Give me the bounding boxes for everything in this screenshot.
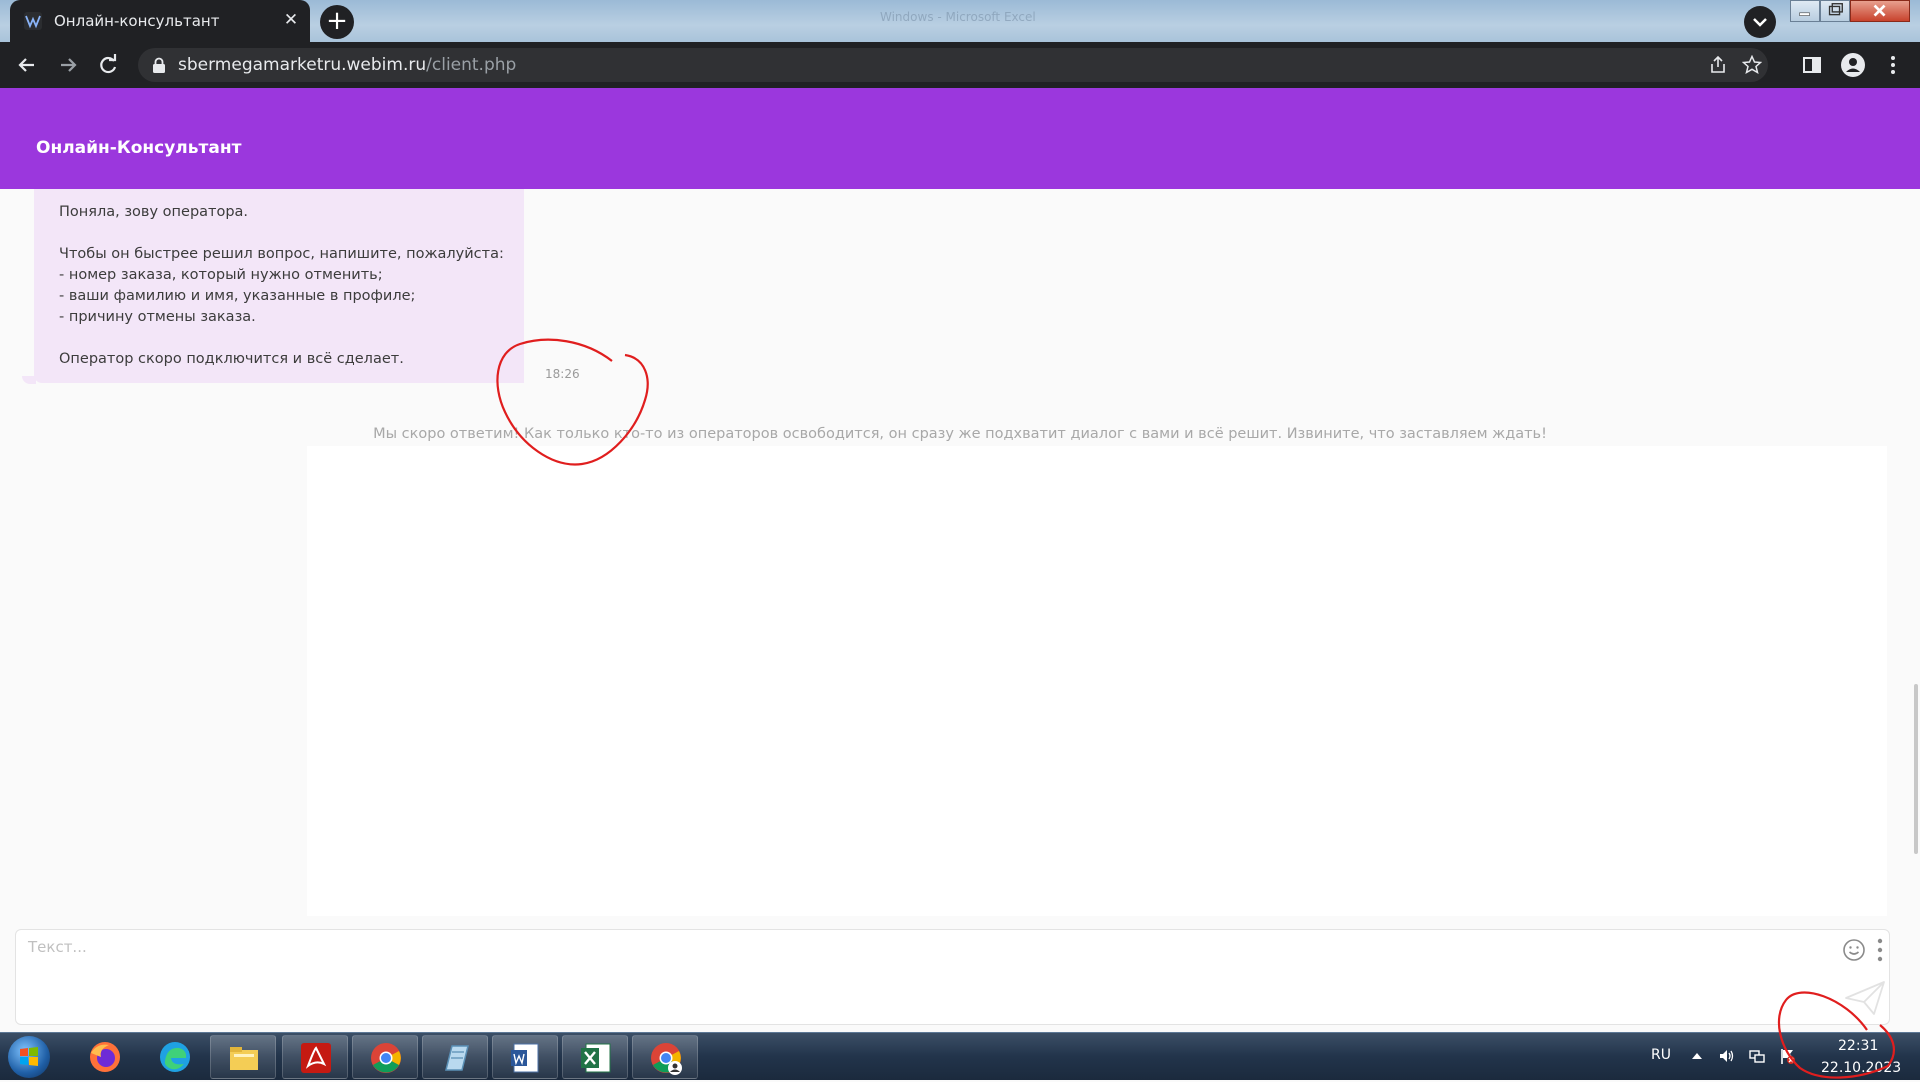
new-tab-button[interactable]: + xyxy=(320,5,354,39)
file-explorer-icon xyxy=(230,1047,258,1070)
reload-icon[interactable] xyxy=(93,50,123,80)
edge-icon xyxy=(160,1042,190,1072)
send-icon[interactable] xyxy=(1844,980,1886,1016)
taskbar-chrome-profile[interactable] xyxy=(632,1035,698,1079)
excel-icon xyxy=(581,1043,611,1073)
browser-titlebar: Онлайн-консультант ✕ + Windows - Microso… xyxy=(0,0,1920,42)
address-bar[interactable]: sbermegamarketru.webim.ru/client.php xyxy=(138,48,1768,82)
taskbar-edge[interactable] xyxy=(142,1035,208,1079)
tab-close-icon[interactable]: ✕ xyxy=(280,9,302,31)
windows-taskbar: RU 22:31 22.10.2023 xyxy=(0,1032,1920,1080)
more-vertical-icon[interactable] xyxy=(1878,50,1908,80)
message-line: - номер заказа, который нужно отменить; xyxy=(59,267,383,283)
profile-avatar-icon[interactable] xyxy=(1838,50,1868,80)
browser-tab[interactable]: Онлайн-консультант ✕ xyxy=(10,0,310,42)
chrome-icon xyxy=(371,1043,401,1073)
acrobat-icon xyxy=(301,1043,331,1073)
taskbar-word[interactable] xyxy=(492,1035,558,1079)
url-host: sbermegamarketru.webim.ru xyxy=(178,55,427,75)
tab-search-button[interactable] xyxy=(1744,6,1776,38)
forward-icon[interactable] xyxy=(53,50,83,80)
action-center-flag-icon[interactable] xyxy=(1778,1047,1796,1065)
emoji-icon[interactable] xyxy=(1842,938,1866,962)
bubble-tail xyxy=(22,376,36,384)
back-icon[interactable] xyxy=(12,50,42,80)
notepad-icon xyxy=(445,1045,469,1071)
restore-button[interactable] xyxy=(1820,0,1850,22)
webim-favicon-icon xyxy=(24,12,42,30)
taskbar-excel[interactable] xyxy=(562,1035,628,1079)
message-line: - причину отмены заказа. xyxy=(59,309,256,325)
language-indicator[interactable]: RU xyxy=(1651,1047,1671,1063)
chevron-down-icon xyxy=(1753,18,1767,27)
firefox-icon xyxy=(90,1042,120,1072)
chrome-profile-icon xyxy=(651,1043,682,1075)
minimize-button[interactable] xyxy=(1790,0,1820,22)
minimize-icon xyxy=(1799,12,1810,16)
close-icon xyxy=(1873,4,1886,17)
url-text: sbermegamarketru.webim.ru/client.php xyxy=(178,55,516,75)
message-line: Поняла, зову оператора. xyxy=(59,204,249,220)
show-hidden-icons-icon[interactable] xyxy=(1688,1047,1706,1065)
browser-toolbar: sbermegamarketru.webim.ru/client.php xyxy=(0,42,1920,88)
taskbar-chrome[interactable] xyxy=(352,1035,418,1079)
lock-icon[interactable] xyxy=(152,57,166,73)
tab-title: Онлайн-консультант xyxy=(54,12,220,30)
operator-message: Поняла, зову оператора. Чтобы он быстрее… xyxy=(34,189,524,383)
side-panel-icon[interactable] xyxy=(1797,50,1827,80)
word-icon xyxy=(511,1043,539,1073)
window-title: Windows - Microsoft Excel xyxy=(880,10,1036,24)
taskbar-notepad[interactable] xyxy=(422,1035,488,1079)
window-controls xyxy=(1790,0,1920,22)
network-icon[interactable] xyxy=(1748,1047,1766,1065)
chat-scrollbar[interactable] xyxy=(1912,189,1920,929)
chat-header-title: Онлайн-Консультант xyxy=(36,138,242,158)
windows-logo-icon xyxy=(20,1047,38,1066)
message-time: 18:26 xyxy=(545,367,580,381)
share-icon[interactable] xyxy=(1708,55,1728,75)
bookmark-star-icon[interactable] xyxy=(1742,55,1762,75)
message-composer xyxy=(15,929,1890,1025)
composer-menu-icon[interactable] xyxy=(1874,936,1886,964)
chat-history-area xyxy=(307,446,1887,916)
chat-header: Онлайн-Консультант xyxy=(0,88,1920,189)
url-path: /client.php xyxy=(426,55,517,75)
clock-date[interactable]: 22.10.2023 xyxy=(1821,1060,1901,1076)
scrollbar-thumb[interactable] xyxy=(1914,684,1918,854)
message-line: Чтобы он быстрее решил вопрос, напишите,… xyxy=(59,246,504,262)
volume-icon[interactable] xyxy=(1718,1047,1736,1065)
window-close-button[interactable] xyxy=(1850,0,1910,22)
system-message: Мы скоро ответим! Как только кто-то из о… xyxy=(373,426,1547,442)
clock-time[interactable]: 22:31 xyxy=(1838,1038,1878,1054)
taskbar-firefox[interactable] xyxy=(72,1035,138,1079)
taskbar-explorer[interactable] xyxy=(210,1035,276,1079)
message-input[interactable] xyxy=(26,936,1826,976)
message-line: Оператор скоро подключится и всё сделает… xyxy=(59,351,404,367)
message-line: - ваши фамилию и имя, указанные в профил… xyxy=(59,288,416,304)
start-button[interactable] xyxy=(8,1036,50,1078)
taskbar-acrobat[interactable] xyxy=(282,1035,348,1079)
restore-icon xyxy=(1828,3,1843,16)
